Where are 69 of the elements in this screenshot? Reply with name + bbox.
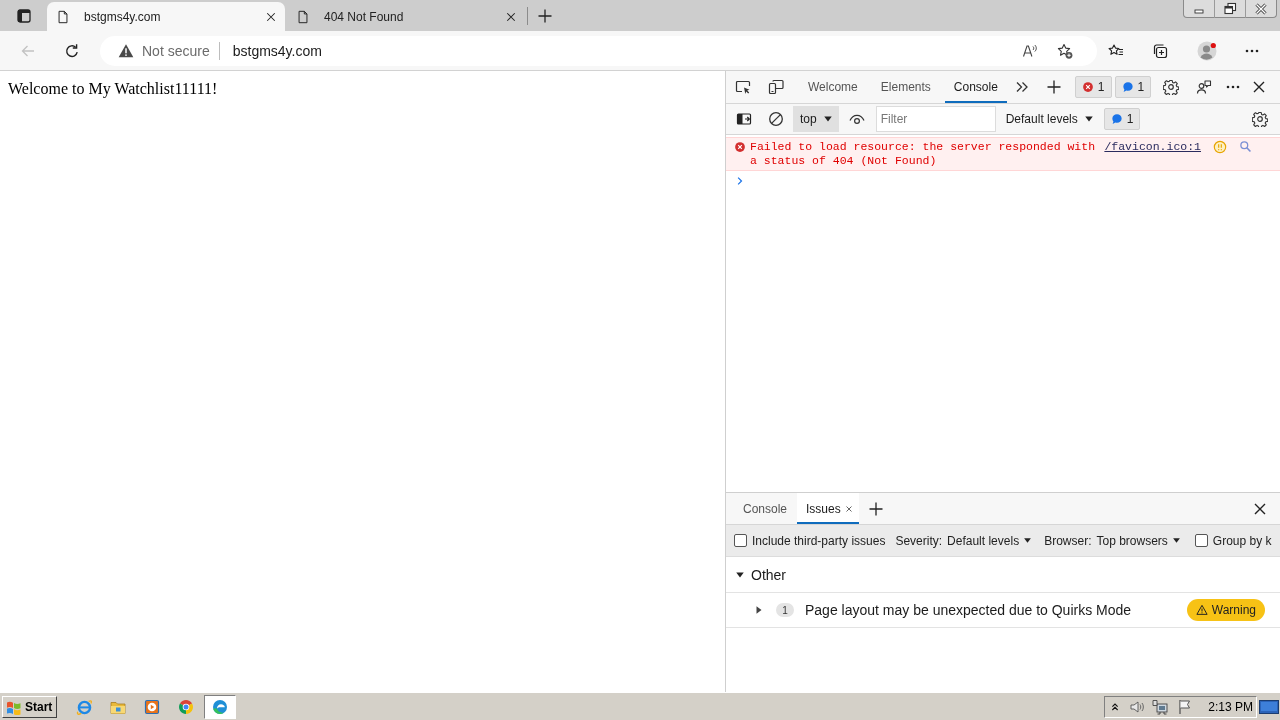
issue-group-title[interactable]: Other: [751, 566, 786, 583]
message-count-button[interactable]: 1: [1114, 76, 1152, 98]
speaker-icon[interactable]: [1129, 698, 1146, 715]
close-icon[interactable]: [265, 10, 277, 23]
browser-label: Browser:: [1044, 533, 1092, 548]
show-desktop-icon[interactable]: [1259, 698, 1279, 715]
network-icon[interactable]: [1152, 698, 1169, 715]
source-link[interactable]: /favicon.ico:1: [1104, 140, 1201, 154]
error-icon: [1081, 81, 1094, 93]
issue-title[interactable]: Page layout may be unexpected due to Quirks Mode: [805, 602, 1132, 618]
dropdown-triangle-icon: [822, 114, 833, 124]
severity-label: Severity:: [895, 533, 943, 548]
checkbox-label[interactable]: Include third-party issues: [752, 533, 886, 548]
speech-bubble-icon: [1121, 81, 1134, 93]
checkbox-label[interactable]: Group by k: [1212, 533, 1272, 548]
severity-dropdown[interactable]: Default levels: [947, 533, 1033, 548]
search-icon[interactable]: [1239, 140, 1252, 153]
clear-icon[interactable]: [768, 111, 784, 127]
browser-dropdown[interactable]: Top browsers: [1096, 533, 1181, 548]
device-icon[interactable]: [768, 79, 784, 95]
issue-count: 1: [776, 603, 794, 617]
dropdown-triangle-icon: [1083, 114, 1094, 124]
security-label[interactable]: Not secure: [142, 42, 210, 59]
collections-icon[interactable]: [1152, 42, 1168, 59]
sidebar-toggle-icon[interactable]: [736, 111, 752, 127]
start-button[interactable]: Start: [2, 695, 58, 718]
plus-icon[interactable]: [867, 500, 884, 517]
feedback-icon[interactable]: [1196, 79, 1213, 95]
avatar-icon[interactable]: [1197, 40, 1217, 61]
inspect-icon[interactable]: [735, 79, 751, 95]
star-plus-icon[interactable]: [1057, 42, 1073, 59]
read-aloud-icon[interactable]: [1022, 42, 1038, 59]
browser-tab[interactable]: 404 Not Found: [287, 2, 525, 31]
settings-icon[interactable]: [1163, 79, 1180, 95]
address-bar[interactable]: Not secure bstgms4y.com: [100, 35, 1097, 66]
browser-tab[interactable]: bstgms4y.com: [47, 2, 285, 31]
page-icon: [56, 9, 70, 24]
close-icon[interactable]: [505, 10, 517, 23]
tab-actions-icon[interactable]: [16, 7, 32, 24]
dropdown-triangle-icon: [1023, 536, 1033, 545]
context-dropdown[interactable]: top: [793, 106, 839, 132]
devtools-tab[interactable]: Elements: [871, 71, 940, 103]
console-message-text: Failed to load resource: the server responded with a status of 404 (Not Found): [750, 140, 1097, 168]
swirl-logo-icon[interactable]: [204, 694, 237, 719]
url-text[interactable]: bstgms4y.com: [232, 42, 322, 59]
settings-icon[interactable]: [1252, 111, 1268, 127]
filter-input[interactable]: Filter: [875, 106, 996, 132]
warning-icon: [1195, 604, 1208, 616]
plus-icon[interactable]: [1045, 79, 1062, 95]
devtools-tab[interactable]: Welcome: [799, 71, 867, 103]
levels-dropdown[interactable]: Default levels: [1005, 112, 1094, 126]
clock[interactable]: 2:13 PM: [1208, 699, 1253, 714]
error-icon: [734, 141, 746, 153]
checkbox[interactable]: [1194, 534, 1208, 547]
new-tab-icon[interactable]: [537, 7, 553, 24]
drawer-tab[interactable]: Console: [734, 493, 797, 524]
expand-triangle-icon[interactable]: [754, 605, 764, 615]
error-count-button[interactable]: 1: [1074, 76, 1112, 98]
drawer-tab[interactable]: Issues: [797, 493, 859, 524]
page-heading: Welcome to My Watchlist11111!: [8, 79, 219, 98]
issues-count-button[interactable]: 1: [1103, 108, 1141, 130]
severity-text: Warning: [1211, 603, 1256, 617]
speech-bubble-icon: [1110, 113, 1123, 125]
warning-icon: [118, 42, 134, 59]
dropdown-triangle-icon: [1171, 536, 1181, 545]
checkbox[interactable]: [734, 534, 747, 547]
pause-warning-icon: [1213, 140, 1227, 154]
refresh-icon[interactable]: [64, 42, 80, 59]
page-icon: [296, 9, 310, 24]
